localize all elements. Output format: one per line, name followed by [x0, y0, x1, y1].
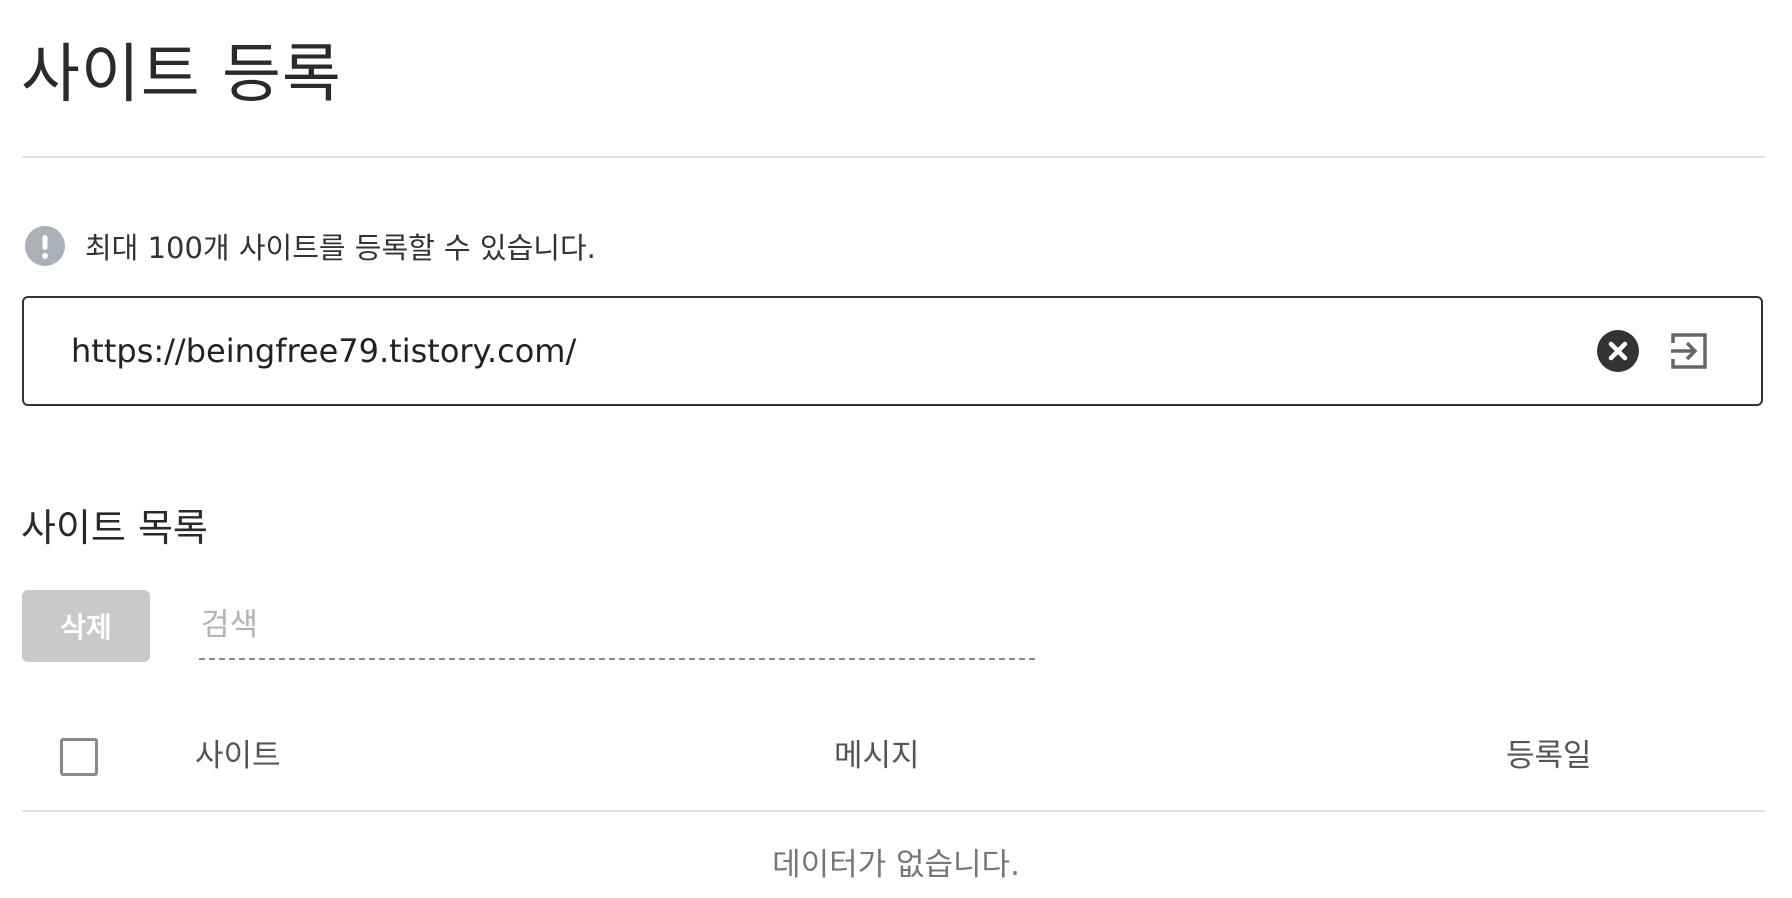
page-title: 사이트 등록 — [21, 38, 342, 112]
title-divider — [22, 156, 1765, 158]
site-list-title: 사이트 목록 — [21, 506, 208, 550]
url-field — [22, 296, 1763, 406]
select-all-checkbox[interactable] — [60, 738, 98, 776]
table-header: 사이트 메시지 등록일 — [22, 722, 1765, 812]
notice: 최대 100개 사이트를 등록할 수 있습니다. — [25, 224, 596, 268]
search-input[interactable] — [199, 592, 1035, 660]
site-registration-page: 사이트 등록 최대 100개 사이트를 등록할 수 있습니다. 사이트 — [0, 0, 1792, 898]
notice-text: 최대 100개 사이트를 등록할 수 있습니다. — [85, 231, 596, 265]
empty-message: 데이터가 없습니다. — [772, 847, 1020, 883]
clear-button[interactable] — [1597, 330, 1639, 372]
exclamation-icon — [25, 226, 65, 266]
column-header-site[interactable]: 사이트 — [195, 734, 281, 778]
column-header-date[interactable]: 등록일 — [1506, 734, 1592, 778]
enter-arrow-icon — [1671, 333, 1707, 369]
delete-button[interactable]: 삭제 — [22, 590, 150, 662]
submit-button[interactable] — [1667, 329, 1711, 373]
url-input[interactable] — [24, 320, 1597, 382]
column-header-message[interactable]: 메시지 — [834, 734, 920, 778]
close-circle-icon — [1608, 341, 1628, 361]
